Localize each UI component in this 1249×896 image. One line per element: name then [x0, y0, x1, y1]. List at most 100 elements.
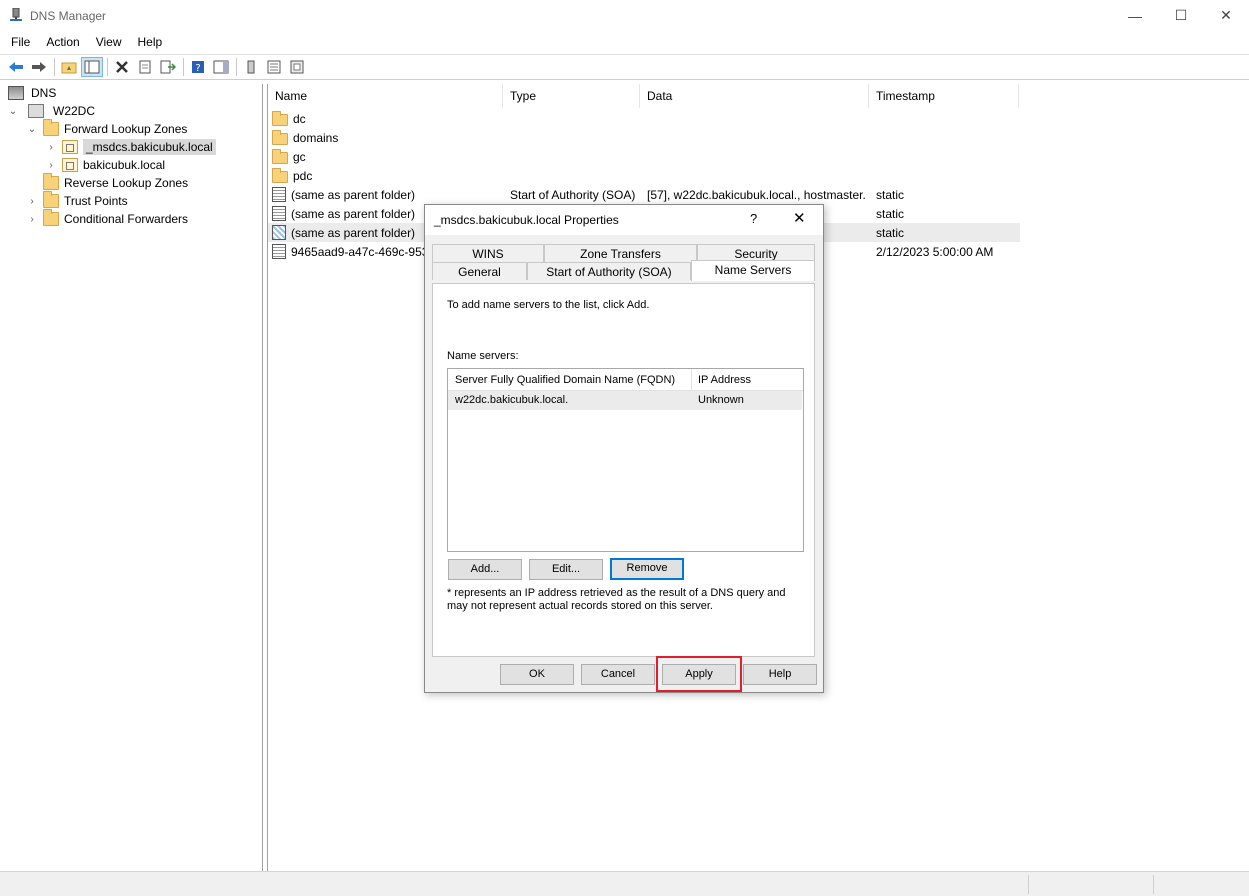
tab-wins[interactable]: WINS	[432, 244, 544, 262]
record-name: 9465aad9-a47c-469c-953f	[291, 244, 432, 259]
list-item[interactable]: domains	[268, 128, 1249, 147]
tab-name-servers[interactable]: Name Servers	[691, 260, 815, 281]
tree-item-label: Conditional Forwarders	[64, 212, 189, 226]
list-item[interactable]: pdc	[268, 166, 1249, 185]
dialog-close-button[interactable]: ✕	[793, 209, 806, 227]
tree-item-label: Forward Lookup Zones	[64, 122, 188, 136]
menu-help[interactable]: Help	[130, 31, 171, 53]
column-header-data[interactable]: Data	[640, 84, 869, 108]
folder-icon	[272, 130, 288, 145]
tree-item-label: W22DC	[53, 104, 96, 118]
window-title: DNS Manager	[30, 9, 107, 23]
menu-action[interactable]: Action	[38, 31, 87, 53]
record-timestamp: static	[876, 206, 905, 221]
folder-icon	[43, 209, 59, 226]
tree-item-label: bakicubuk.local	[83, 158, 166, 172]
forward-arrow-icon[interactable]	[28, 57, 50, 77]
tab-start-of-authority[interactable]: Start of Authority (SOA)	[527, 262, 691, 280]
dns-manager-icon	[10, 7, 22, 22]
status-bar	[0, 871, 1249, 896]
chevron-right-icon[interactable]: ›	[46, 142, 56, 153]
menu-view[interactable]: View	[88, 31, 130, 53]
tree-item-dns[interactable]: DNS	[8, 84, 56, 102]
server-icon[interactable]	[240, 57, 262, 77]
status-divider	[1153, 875, 1154, 894]
ip-address-note: * represents an IP address retrieved as …	[447, 587, 786, 612]
records-icon[interactable]	[286, 57, 308, 77]
tree-item-conditional-forwarders[interactable]: › Conditional Forwarders	[27, 209, 189, 228]
show-hide-tree-icon[interactable]	[81, 57, 103, 77]
ok-button[interactable]: OK	[500, 664, 574, 685]
tab-general[interactable]: General	[432, 262, 527, 280]
record-name: (same as parent folder)	[291, 225, 416, 240]
chevron-down-icon[interactable]: ⌄	[27, 124, 37, 135]
name-servers-panel: To add name servers to the list, click A…	[432, 283, 815, 657]
column-header-name[interactable]: Name	[268, 84, 503, 108]
record-data: [57], w22dc.bakicubuk.local., hostmaster…	[647, 187, 866, 202]
console-tree: DNS ⌄ W22DC ⌄ Forward Lookup Zones › _ms…	[0, 84, 263, 871]
up-folder-icon[interactable]	[58, 57, 80, 77]
dialog-help-button[interactable]: ?	[750, 211, 757, 226]
tree-item-msdcs-zone[interactable]: › _msdcs.bakicubuk.local	[46, 138, 216, 156]
list-item[interactable]: (same as parent folder) Start of Authori…	[268, 185, 1249, 204]
tree-item-server[interactable]: ⌄ W22DC	[8, 102, 95, 120]
tree-item-reverse-lookup-zones[interactable]: Reverse Lookup Zones	[27, 173, 188, 192]
record-icon	[272, 244, 286, 259]
tab-zone-transfers[interactable]: Zone Transfers	[544, 244, 697, 262]
record-icon	[272, 225, 286, 240]
menu-bar: File Action View Help	[0, 31, 1249, 53]
chevron-right-icon[interactable]: ›	[27, 214, 37, 225]
ns-ip: Unknown	[698, 394, 744, 406]
column-header-ip[interactable]: IP Address	[692, 369, 751, 390]
delete-icon[interactable]	[111, 57, 133, 77]
minimize-button[interactable]: —	[1112, 0, 1158, 31]
record-timestamp: static	[876, 187, 905, 202]
name-servers-header: Server Fully Qualified Domain Name (FQDN…	[448, 369, 803, 391]
action-pane-icon[interactable]	[210, 57, 232, 77]
help-button[interactable]: Help	[743, 664, 817, 685]
list-item[interactable]: gc	[268, 147, 1249, 166]
close-window-button[interactable]: ✕	[1203, 0, 1249, 31]
chevron-right-icon[interactable]: ›	[46, 160, 56, 171]
tree-item-label: Trust Points	[64, 194, 128, 208]
toolbar-separator	[107, 58, 108, 76]
record-name: pdc	[293, 168, 313, 183]
chevron-right-icon[interactable]: ›	[27, 196, 37, 207]
record-name: dc	[293, 111, 306, 126]
chevron-down-icon[interactable]: ⌄	[8, 106, 18, 117]
tree-item-bakicubuk-zone[interactable]: › bakicubuk.local	[46, 156, 165, 174]
ns-fqdn: w22dc.bakicubuk.local.	[455, 394, 569, 406]
export-list-icon[interactable]	[157, 57, 179, 77]
tree-item-trust-points[interactable]: › Trust Points	[27, 191, 128, 210]
table-row[interactable]: w22dc.bakicubuk.local. Unknown	[448, 391, 802, 410]
list-item[interactable]: dc	[268, 109, 1249, 128]
record-icon	[272, 206, 286, 221]
column-header-fqdn[interactable]: Server Fully Qualified Domain Name (FQDN…	[448, 369, 692, 390]
record-name: (same as parent folder)	[291, 206, 416, 221]
remove-button[interactable]: Remove	[610, 558, 684, 580]
edit-button[interactable]: Edit...	[529, 559, 603, 580]
back-arrow-icon[interactable]	[5, 57, 27, 77]
folder-icon	[43, 191, 59, 208]
dialog-title-bar: _msdcs.bakicubuk.local Properties ? ✕	[425, 205, 823, 235]
toolbar: ?	[0, 54, 1249, 80]
record-name: (same as parent folder)	[291, 187, 416, 202]
maximize-button[interactable]: ☐	[1158, 0, 1204, 31]
record-icon	[272, 187, 286, 202]
column-header-timestamp[interactable]: Timestamp	[869, 84, 1019, 108]
add-button[interactable]: Add...	[448, 559, 522, 580]
title-bar: DNS Manager — ☐ ✕	[0, 0, 1249, 31]
name-servers-intro: To add name servers to the list, click A…	[447, 299, 650, 311]
name-servers-list[interactable]: Server Fully Qualified Domain Name (FQDN…	[447, 368, 804, 552]
tree-item-forward-lookup-zones[interactable]: ⌄ Forward Lookup Zones	[27, 119, 188, 138]
column-header-type[interactable]: Type	[503, 84, 640, 108]
tree-item-label: _msdcs.bakicubuk.local	[83, 139, 216, 155]
cancel-button[interactable]: Cancel	[581, 664, 655, 685]
folder-icon	[272, 149, 288, 164]
help-icon[interactable]: ?	[187, 57, 209, 77]
properties-icon[interactable]	[134, 57, 156, 77]
menu-file[interactable]: File	[0, 31, 38, 53]
zone-list-icon[interactable]	[263, 57, 285, 77]
folder-icon	[272, 111, 288, 126]
folder-icon	[43, 173, 59, 190]
